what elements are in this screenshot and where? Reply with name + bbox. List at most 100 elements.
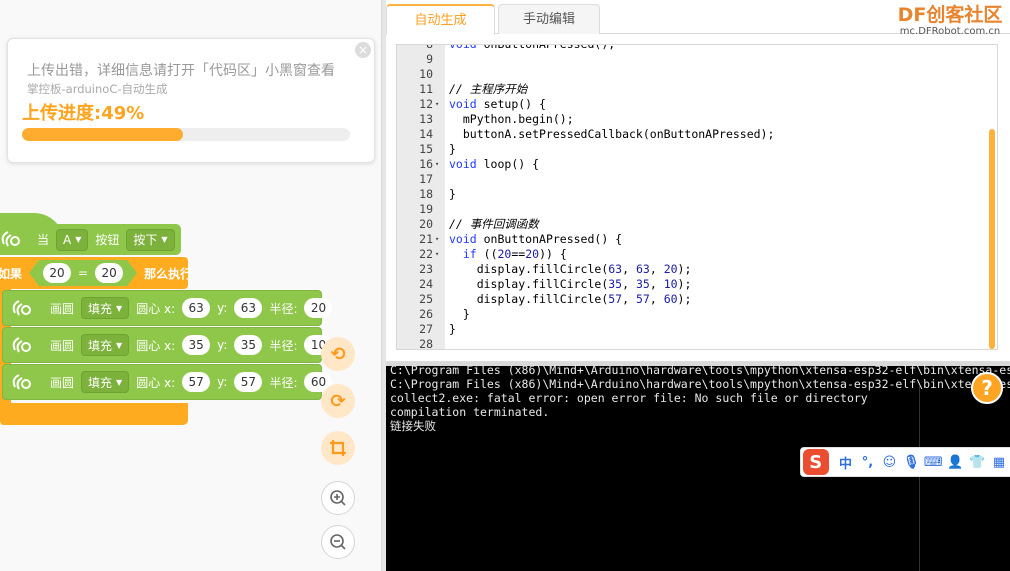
code-text: buttonA.setPressedCallback(onButtonAPres… [449,127,775,141]
grid-icon[interactable]: ▦ [988,449,1010,475]
fold-toggle-icon[interactable]: ▾ [435,157,443,172]
code-line: 24 display.fillCircle(35, 35, 10); [397,277,997,292]
console-line: 链接失败 [390,419,436,433]
chevron-down-icon: ▼ [116,377,123,387]
zoom-in-button[interactable] [321,481,355,515]
fold-toggle-icon[interactable]: ▾ [435,232,443,247]
compare-operator: = [78,266,89,280]
code-editor[interactable]: 8 void onButtonAPressed(); 9 10 11// 主程序开始 12… [396,44,998,350]
line-number: 10 [419,67,433,81]
line-number: 14 [419,127,433,141]
compare-right-input[interactable]: 20 [95,263,123,283]
tab-auto-generate[interactable]: 自动生成 [386,4,495,35]
line-number: 9 [426,52,433,66]
microphone-icon[interactable]: 🎙 [900,449,922,475]
draw-circle-block[interactable]: 画圆 填充 ▼ 圆心 x: 35 y: 35 半径: 10 [2,327,333,363]
line-number: 22 [419,247,433,261]
radius-input[interactable]: 20 [304,298,333,318]
button-event-block[interactable]: 当 A ▼ 按钮 按下 ▼ [0,224,181,255]
code-text: // 主程序开始 [449,82,528,96]
close-icon[interactable]: × [355,42,371,58]
fill-mode-dropdown[interactable]: 填充 ▼ [81,334,130,356]
when-label: 当 [37,233,50,247]
zoom-out-button[interactable] [321,525,355,559]
code-line: 12 ▾ void setup() { [397,97,997,112]
user-icon[interactable]: 👤 [944,449,966,475]
punctuation-icon[interactable]: °, [857,449,879,475]
code-line: 16 ▾ void loop() { [397,157,997,172]
keyboard-icon[interactable]: ⌨ [922,449,944,475]
editor-scrollbar[interactable] [989,129,995,349]
fold-toggle-icon[interactable]: ▾ [435,97,443,112]
emoji-icon[interactable]: ☺ [878,449,900,475]
line-number: 27 [419,322,433,336]
help-button[interactable]: ? [971,372,1003,404]
if-then-block[interactable]: 如果 20 = 20 那么执行 [0,257,192,289]
line-number: 12 [419,97,433,111]
redo-button[interactable]: ⟳ [321,384,355,418]
undo-button[interactable]: ⟲ [321,337,355,371]
code-text: void onButtonAPressed() { [449,232,623,246]
center-x-input[interactable]: 35 [182,335,211,355]
line-number: 11 [419,82,433,96]
skin-icon[interactable]: 👕 [966,449,988,475]
code-line: 13 mPython.begin(); [397,112,997,127]
code-text: void loop() { [449,157,540,171]
draw-circle-block[interactable]: 画圆 填充 ▼ 圆心 x: 57 y: 57 半径: 60 [2,364,333,400]
code-text: display.fillCircle(35, 35, 10); [449,277,692,291]
code-text: if ((20==20)) { [462,247,567,261]
fill-mode-dropdown[interactable]: 填充 ▼ [81,297,130,319]
code-text: display.fillCircle(57, 57, 60); [449,292,692,306]
code-line: 18} [397,187,997,202]
line-number: 8 [426,44,433,51]
code-line: 14 buttonA.setPressedCallback(onButtonAP… [397,127,997,142]
button-action-dropdown[interactable]: 按下 ▼ [126,228,175,251]
ime-toolbar: S 中 °, ☺ 🎙 ⌨ 👤 👕 ▦ [800,447,1010,477]
brand-watermark: DF创客社区 mc.DFRobot.com.cn [891,4,1009,38]
chevron-down-icon: ▼ [75,235,82,244]
mpython-board-icon [12,374,31,390]
center-x-label: 圆心 x: [136,338,176,353]
line-number: 20 [419,217,433,231]
sogou-logo-icon[interactable]: S [803,449,829,475]
center-x-label: 圆心 x: [136,301,176,316]
line-number: 13 [419,112,433,126]
code-text: } [449,142,456,156]
tab-manual-edit[interactable]: 手动编辑 [498,4,600,34]
code-line: 23 display.fillCircle(63, 63, 20); [397,262,997,277]
button-select-dropdown[interactable]: A ▼ [56,228,89,251]
mpython-board-icon [12,337,31,353]
chevron-down-icon: ▼ [116,303,123,313]
block-workspace[interactable]: × 上传出错，详细信息请打开「代码区」小黑窗查看 掌控板-arduinoC-自动… [0,0,381,571]
upload-progress-label: 上传进度: [22,103,102,124]
line-number: 21 [419,232,433,246]
code-line: 28 [397,337,997,350]
center-x-input[interactable]: 57 [182,372,211,392]
radius-label: 半径: [269,338,298,353]
code-line: 22 ▾ if ((20==20)) { [397,247,997,262]
fold-toggle-icon[interactable]: ▾ [435,247,443,262]
console-line: C:\Program Files (x86)\Mind+\Arduino\har… [390,377,1010,391]
center-y-input[interactable]: 35 [234,335,263,355]
code-line: 11 // 主程序开始 [397,82,997,97]
center-y-label: y: [217,301,228,315]
fill-mode-value: 填充 [88,375,113,390]
fill-mode-dropdown[interactable]: 填充 ▼ [81,371,130,393]
clean-up-button[interactable] [321,431,355,465]
radius-label: 半径: [269,301,298,316]
line-number: 28 [419,337,433,350]
code-line: 9 [397,52,997,67]
draw-circle-block[interactable]: 画圆 填充 ▼ 圆心 x: 63 y: 63 半径: 20 [2,290,333,326]
undo-icon: ⟲ [330,343,346,365]
compare-left-input[interactable]: 20 [43,263,71,283]
chinese-mode-icon[interactable]: 中 [835,449,857,475]
console-divider [919,386,920,571]
equality-compare-block[interactable]: 20 = 20 [29,260,137,286]
center-y-input[interactable]: 63 [234,298,263,318]
center-y-input[interactable]: 57 [234,372,263,392]
code-tabs-bar: 自动生成 手动编辑 DF创客社区 mc.DFRobot.com.cn [386,0,1010,37]
center-x-input[interactable]: 63 [182,298,211,318]
console-line: compilation terminated. [390,405,550,419]
line-number: 17 [419,172,433,186]
chevron-down-icon: ▼ [116,340,123,350]
